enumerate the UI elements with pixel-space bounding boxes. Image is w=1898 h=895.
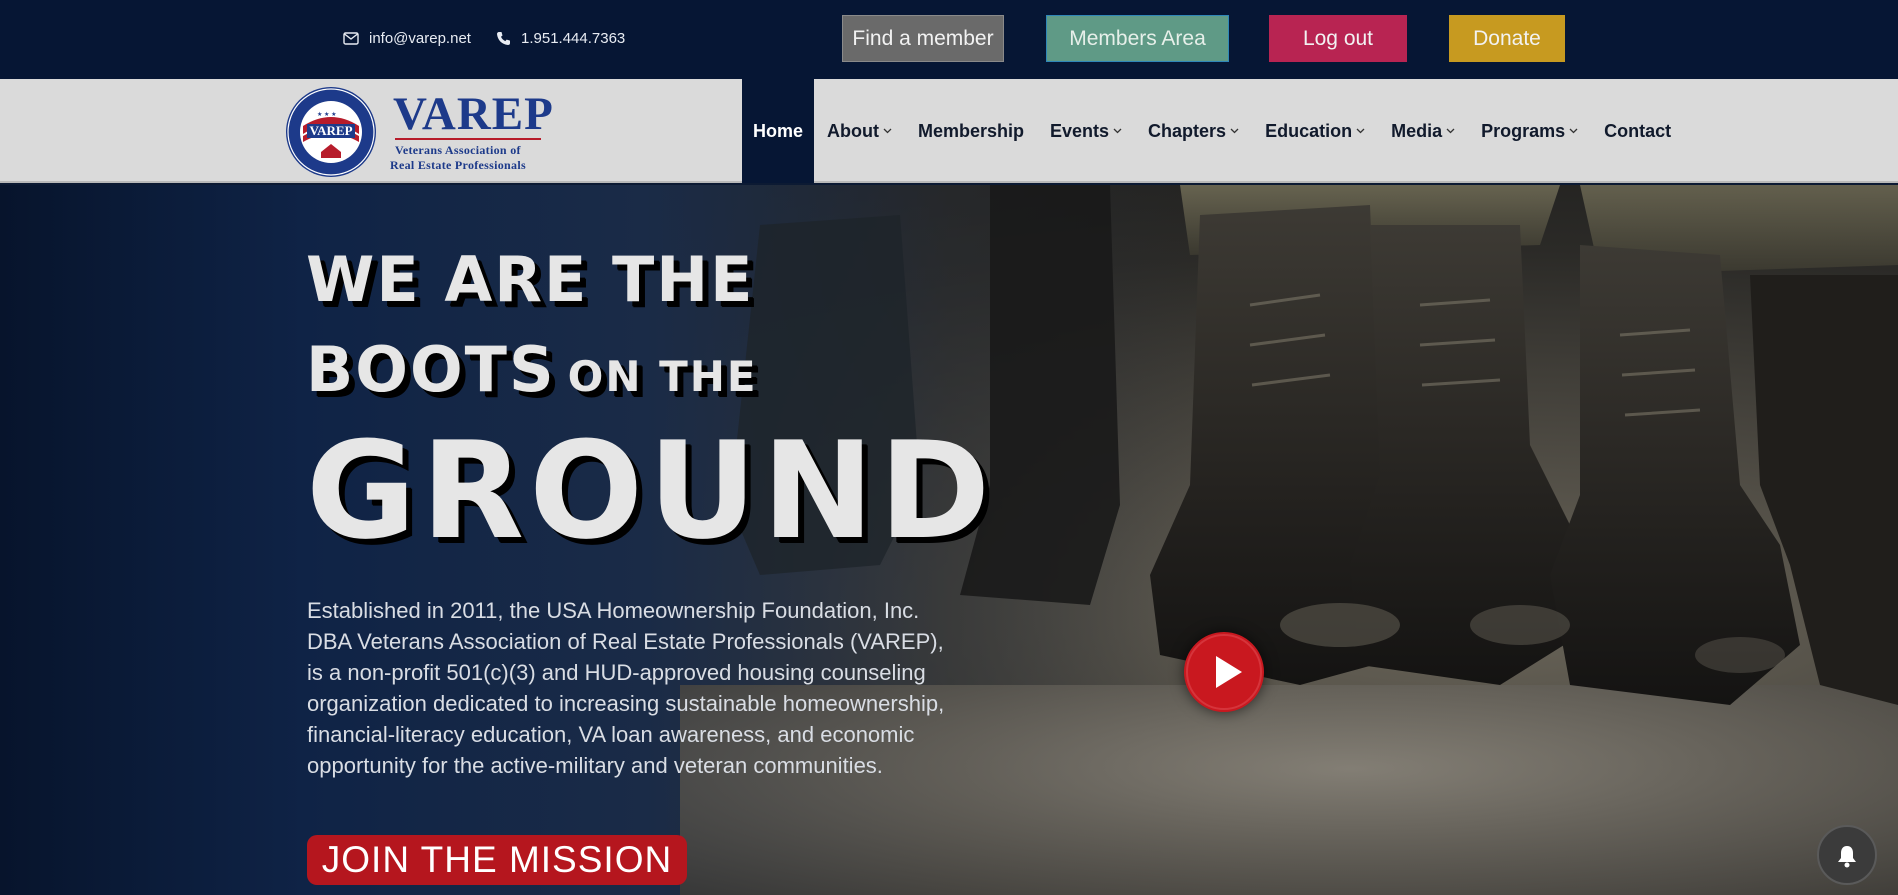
nav-label: Membership bbox=[917, 120, 1025, 141]
main-navbar: VAREP ★ ★ ★ VAREP Veterans Association o… bbox=[0, 79, 1898, 183]
top-bar: info@varep.net 1.951.444.7363 Find a mem… bbox=[0, 0, 1898, 79]
phone-contact[interactable]: 1.951.444.7363 bbox=[496, 30, 625, 47]
nav-label: About bbox=[827, 120, 879, 141]
notification-bell-button[interactable] bbox=[1817, 825, 1877, 885]
chevron-down-icon bbox=[1446, 128, 1455, 134]
logo-subtitle-1: Veterans Association of bbox=[395, 143, 521, 157]
svg-text:★ ★ ★: ★ ★ ★ bbox=[317, 111, 336, 118]
nav-item-programs[interactable]: Programs bbox=[1468, 79, 1591, 183]
chevron-down-icon bbox=[1230, 128, 1239, 134]
envelope-icon bbox=[343, 32, 359, 45]
hero-heading-on-the: ON THE bbox=[567, 352, 758, 401]
nav-item-home[interactable]: Home bbox=[742, 79, 814, 183]
nav-label: Contact bbox=[1604, 120, 1672, 141]
email-contact[interactable]: info@varep.net bbox=[343, 30, 471, 47]
find-member-button[interactable]: Find a member bbox=[842, 15, 1004, 62]
nav-menu: Home About Membership Events Chapters Ed… bbox=[742, 79, 1684, 183]
members-area-button[interactable]: Members Area bbox=[1046, 15, 1229, 62]
nav-label: Education bbox=[1265, 120, 1353, 141]
chevron-down-icon bbox=[883, 128, 892, 134]
logo-subtitle-2: Real Estate Professionals bbox=[390, 158, 526, 172]
logout-button[interactable]: Log out bbox=[1269, 15, 1407, 62]
logo-wordmark: VAREP bbox=[393, 88, 554, 140]
hero-heading-boots: BOOTS bbox=[306, 333, 556, 406]
hero-heading-line-3: GROUND bbox=[306, 413, 996, 569]
nav-label: Media bbox=[1391, 120, 1443, 141]
hero-section: WE ARE THE BOOTS ON THE GROUND Establishe… bbox=[0, 185, 1898, 895]
chevron-down-icon bbox=[1113, 128, 1122, 134]
bell-icon bbox=[1838, 846, 1856, 868]
nav-label: Programs bbox=[1481, 120, 1566, 141]
chevron-down-icon bbox=[1569, 128, 1578, 134]
varep-logo[interactable]: VAREP ★ ★ ★ VAREP Veterans Association o… bbox=[285, 86, 555, 178]
nav-item-membership[interactable]: Membership bbox=[905, 79, 1037, 183]
chevron-down-icon bbox=[1356, 128, 1365, 134]
nav-label: Home bbox=[752, 120, 803, 141]
play-icon bbox=[1186, 634, 1262, 710]
email-text: info@varep.net bbox=[369, 30, 471, 47]
nav-item-events[interactable]: Events bbox=[1037, 79, 1135, 183]
logo-divider bbox=[395, 138, 541, 140]
nav-label: Events bbox=[1050, 120, 1110, 141]
join-mission-button[interactable]: JOIN THE MISSION bbox=[307, 835, 687, 885]
phone-icon bbox=[497, 32, 510, 45]
phone-text: 1.951.444.7363 bbox=[521, 30, 626, 47]
varep-seal-icon: VAREP ★ ★ ★ bbox=[286, 87, 376, 177]
nav-item-chapters[interactable]: Chapters bbox=[1135, 79, 1252, 183]
nav-label: Chapters bbox=[1148, 120, 1227, 141]
hero-heading-line-2: BOOTS ON THE bbox=[306, 333, 758, 406]
hero-heading-line-1: WE ARE THE bbox=[306, 243, 755, 316]
svg-text:VAREP: VAREP bbox=[309, 123, 352, 138]
play-video-button[interactable] bbox=[1184, 632, 1264, 712]
nav-item-media[interactable]: Media bbox=[1378, 79, 1468, 183]
nav-item-contact[interactable]: Contact bbox=[1591, 79, 1684, 183]
nav-item-education[interactable]: Education bbox=[1252, 79, 1378, 183]
nav-item-about[interactable]: About bbox=[814, 79, 905, 183]
donate-button[interactable]: Donate bbox=[1449, 15, 1565, 62]
hero-description: Established in 2011, the USA Homeownersh… bbox=[307, 598, 945, 778]
